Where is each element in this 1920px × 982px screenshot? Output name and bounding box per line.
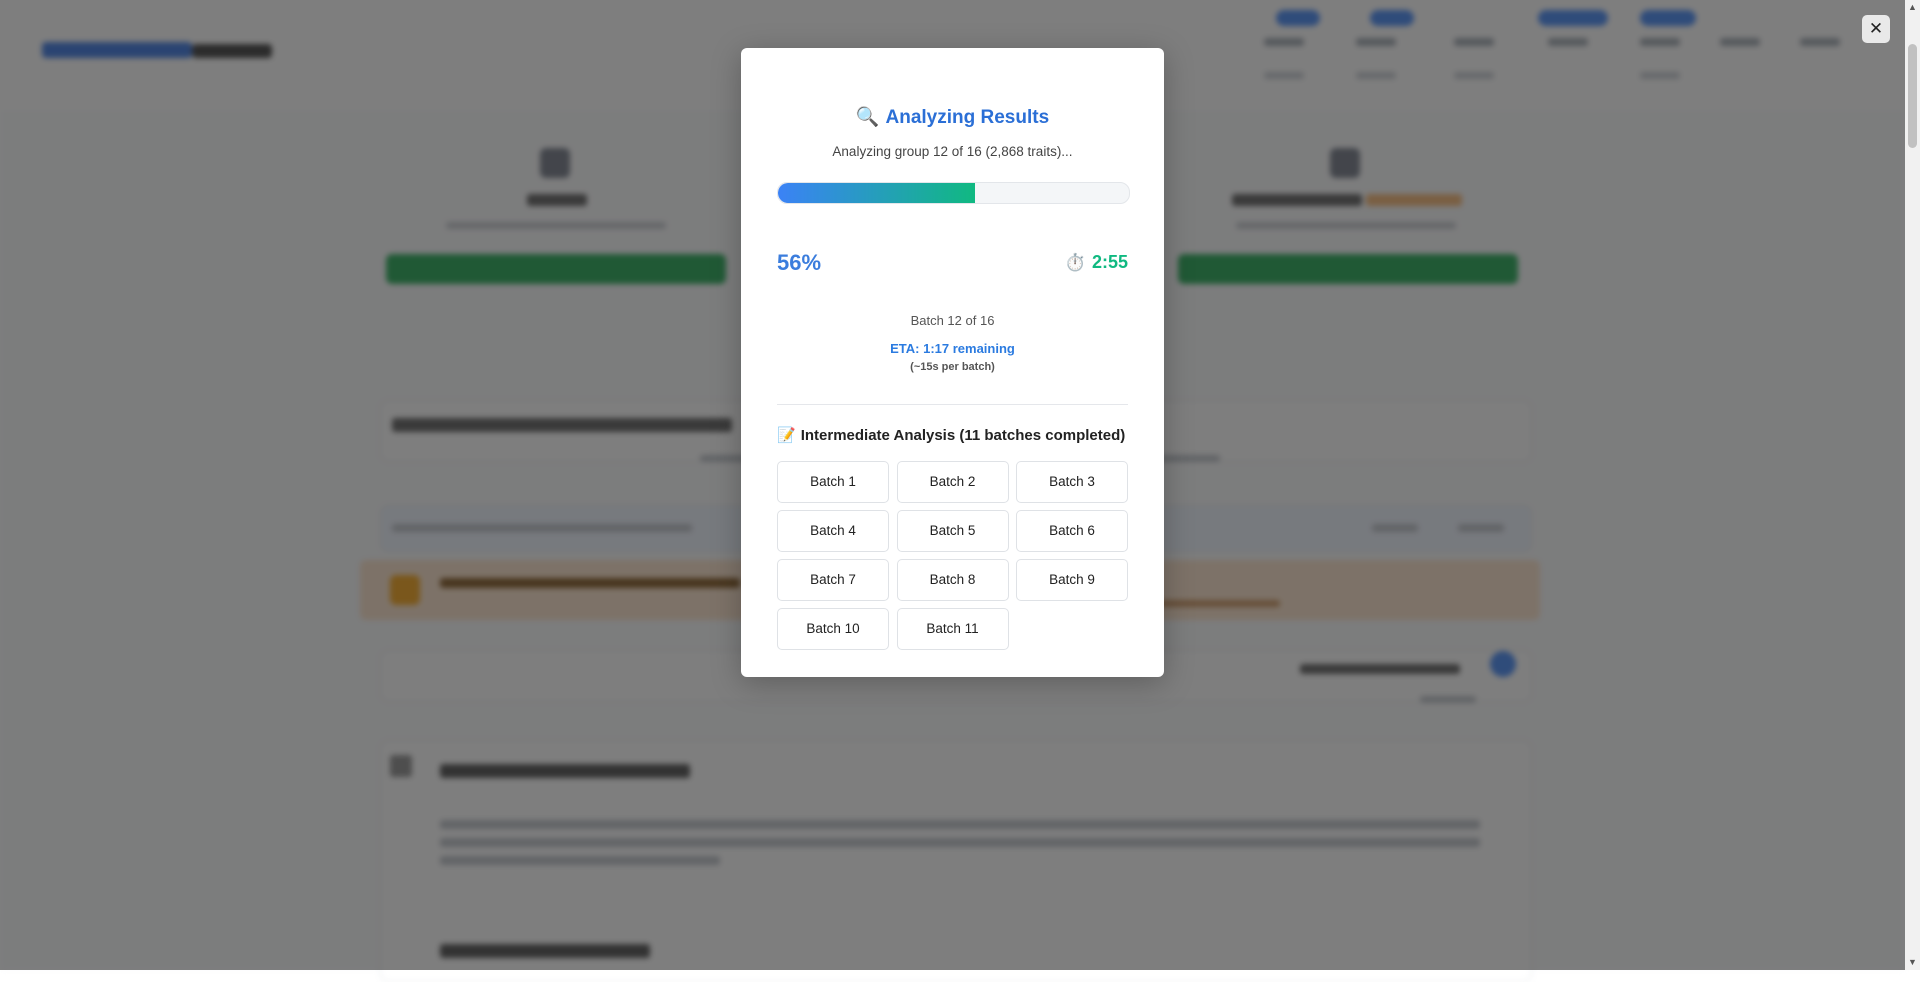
elapsed-time-text: 2:55 xyxy=(1091,252,1128,272)
memo-icon: 📝 xyxy=(777,426,796,444)
stopwatch-icon: ⏱️ xyxy=(1064,253,1086,273)
divider xyxy=(777,404,1128,405)
intermediate-analysis-title-text: Intermediate Analysis (11 batches comple… xyxy=(800,427,1126,444)
batch-button[interactable]: Batch 3 xyxy=(1016,461,1128,503)
batch-button[interactable]: Batch 1 xyxy=(777,461,889,503)
batch-button[interactable]: Batch 9 xyxy=(1016,559,1128,601)
progress-percent: 56% xyxy=(777,250,822,275)
intermediate-analysis-title: 📝 Intermediate Analysis (11 batches compl… xyxy=(777,426,1125,444)
analyzing-modal: 🔍 Analyzing Results Analyzing group 12 of… xyxy=(741,48,1164,677)
batch-button[interactable]: Batch 11 xyxy=(896,608,1009,650)
scrollbar-thumb[interactable] xyxy=(1908,44,1917,148)
modal-subtitle: Analyzing group 12 of 16 (2,868 traits).… xyxy=(832,144,1073,159)
eta-text: ETA: 1:17 remaining xyxy=(890,341,1015,356)
batch-button[interactable]: Batch 4 xyxy=(777,510,889,552)
progress-bar-fill xyxy=(778,183,975,203)
elapsed-timer: ⏱️ 2:55 xyxy=(1065,252,1128,273)
batch-button[interactable]: Batch 6 xyxy=(1016,510,1128,552)
progress-bar xyxy=(777,182,1130,204)
per-batch-text: (~15s per batch) xyxy=(910,361,995,373)
batch-status: Batch 12 of 16 xyxy=(910,313,995,328)
modal-title-text: Analyzing Results xyxy=(885,107,1050,128)
batch-button[interactable]: Batch 10 xyxy=(777,608,889,650)
page-scrollbar[interactable]: ▲ ▼ xyxy=(1905,0,1920,970)
batch-button[interactable]: Batch 2 xyxy=(896,461,1009,503)
batch-button[interactable]: Batch 7 xyxy=(777,559,889,601)
scroll-down-arrow-icon[interactable]: ▼ xyxy=(1905,955,1920,970)
magnifier-icon: 🔍 xyxy=(855,106,880,128)
batch-button[interactable]: Batch 8 xyxy=(896,559,1009,601)
batch-button[interactable]: Batch 5 xyxy=(896,510,1009,552)
scroll-up-arrow-icon[interactable]: ▲ xyxy=(1905,0,1920,15)
batch-grid: Batch 1 Batch 2 Batch 3 Batch 4 Batch 5 … xyxy=(777,461,1128,650)
close-icon[interactable]: ✕ xyxy=(1862,15,1890,43)
modal-title: 🔍 Analyzing Results xyxy=(741,105,1164,129)
